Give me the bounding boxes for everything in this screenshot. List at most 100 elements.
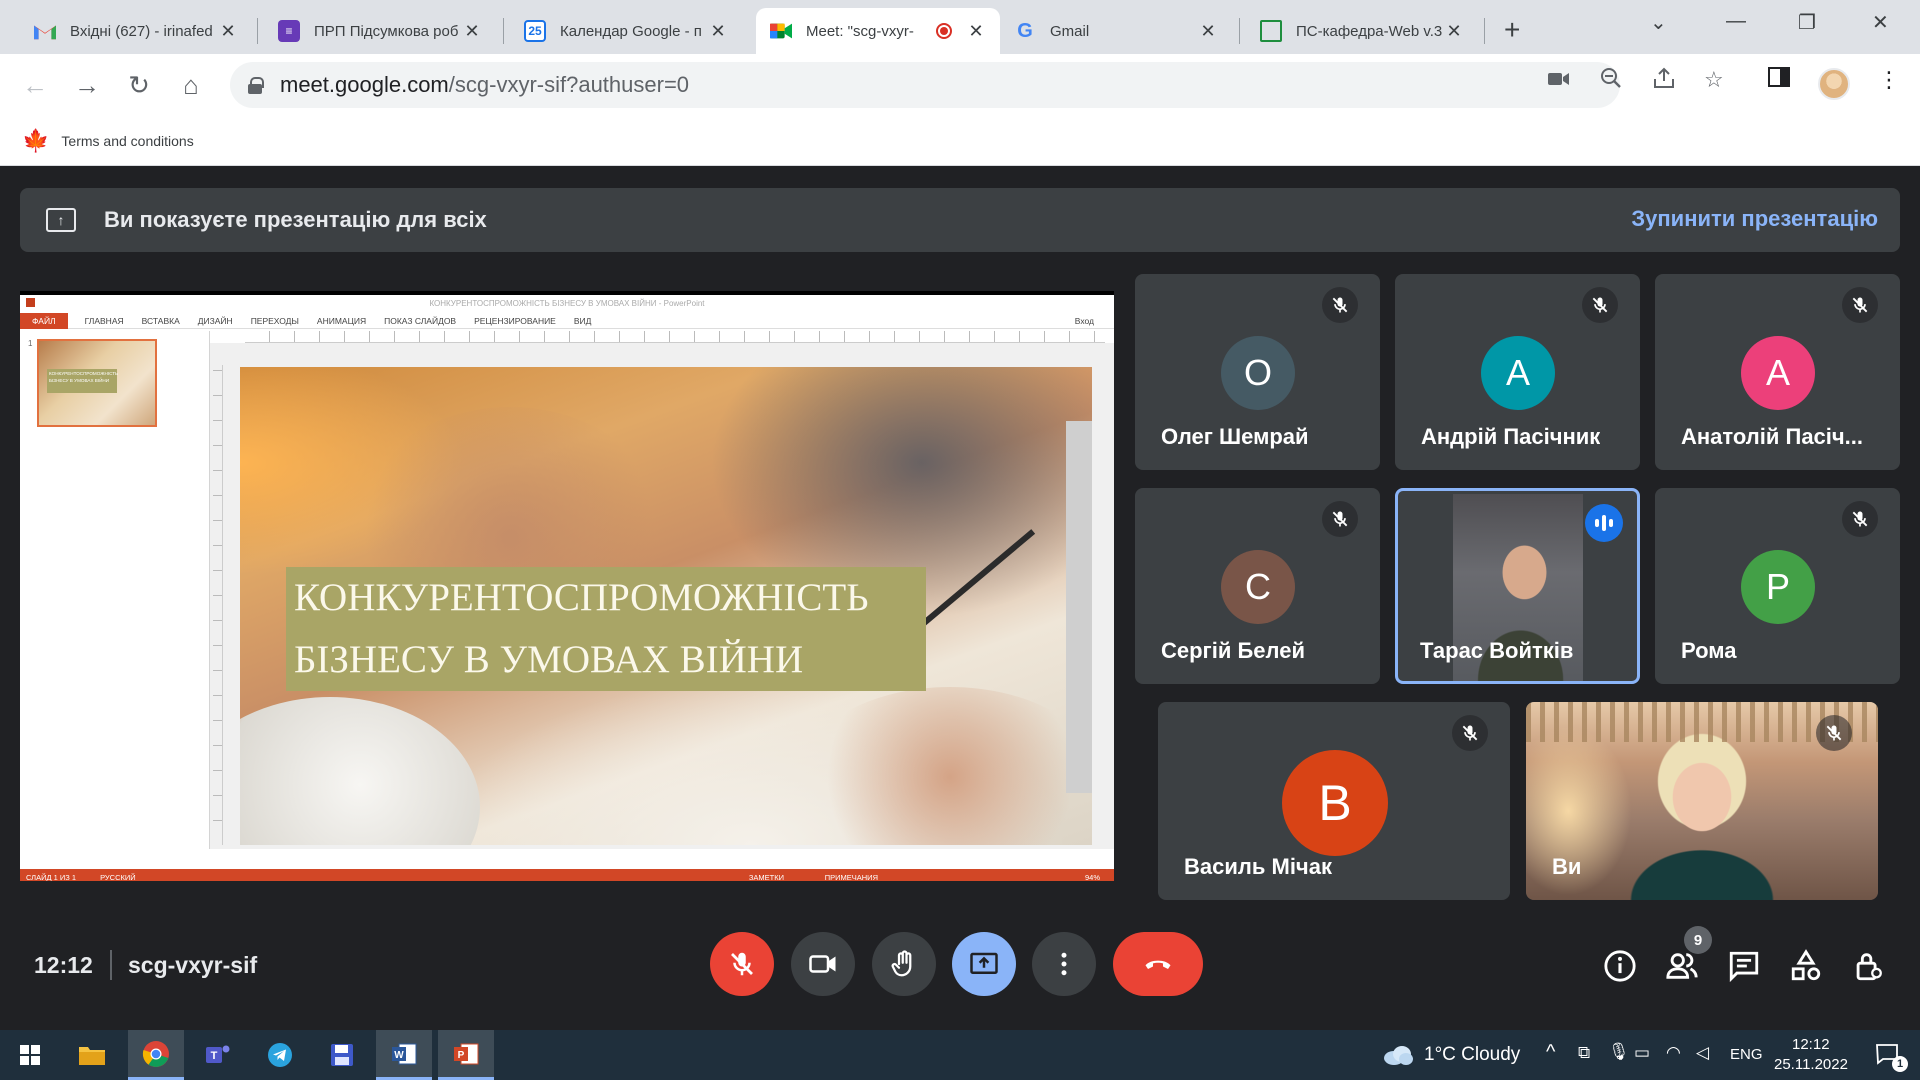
bookmark-terms[interactable]: Terms and conditions: [61, 133, 193, 149]
ppt-ribbon-tab: ПЕРЕХОДЫ: [250, 315, 299, 326]
clock-date[interactable]: 25.11.2022: [1774, 1056, 1848, 1073]
ppt-status-bar: СЛАЙД 1 ИЗ 1 РУССКИЙ ЗАМЕТКИ ПРИМЕЧАНИЯ …: [20, 869, 1114, 881]
share-icon[interactable]: [1652, 67, 1676, 95]
raise-hand-button[interactable]: [872, 932, 936, 996]
gmail-icon: [34, 20, 56, 42]
mic-off-icon: [1842, 287, 1878, 323]
tab-gmail[interactable]: G Gmail ✕: [1000, 8, 1232, 54]
camera-icon: [809, 955, 836, 973]
notification-center-button[interactable]: 1: [1862, 1030, 1914, 1080]
back-button[interactable]: ←: [18, 68, 52, 102]
chrome-icon: [142, 1040, 169, 1067]
chat-button[interactable]: [1724, 946, 1764, 986]
camera-in-use-icon[interactable]: [1548, 67, 1570, 93]
battery-icon[interactable]: ▭: [1634, 1043, 1650, 1063]
present-screen-button[interactable]: [952, 932, 1016, 996]
teams-icon: T: [206, 1045, 230, 1063]
close-icon[interactable]: ✕: [462, 21, 482, 42]
shared-screen-powerpoint: КОНКУРЕНТОСПРОМОЖНІСТЬ БІЗНЕСУ В УМОВАХ …: [20, 291, 1114, 881]
participant-name: Олег Шемрай: [1161, 424, 1309, 449]
divider: [110, 950, 112, 980]
volume-icon[interactable]: ◁: [1696, 1043, 1709, 1063]
menu-dots-icon[interactable]: ⋮: [1878, 67, 1900, 93]
profile-avatar[interactable]: [1818, 68, 1850, 100]
participant-tile-active-speaker[interactable]: Тарас Войтків: [1395, 488, 1640, 684]
ppt-logo-icon: [26, 298, 35, 307]
close-icon[interactable]: ✕: [218, 21, 238, 42]
host-controls-button[interactable]: [1848, 946, 1888, 986]
participant-tile[interactable]: С Сергій Белей: [1135, 488, 1380, 684]
presenting-banner: ↑ Ви показуєте презентацію для всіх Зупи…: [20, 188, 1900, 252]
lock-icon[interactable]: [248, 77, 264, 94]
hang-up-icon: [1145, 960, 1171, 969]
microphone-tray-icon[interactable]: 🎙: [1608, 1042, 1630, 1062]
avatar: В: [1282, 750, 1388, 856]
stop-presenting-button[interactable]: Зупинити презентацію: [1631, 206, 1878, 232]
tab-sites[interactable]: ПС-кафедра-Web v.3 ✕: [1246, 8, 1478, 54]
start-button[interactable]: [2, 1030, 58, 1080]
weather-cloud-icon[interactable]: [1378, 1030, 1418, 1080]
tab-meet[interactable]: Meet: "scg-vxyr- ✕: [756, 8, 1000, 54]
camera-toggle-button[interactable]: [791, 932, 855, 996]
clock-time[interactable]: 12:12: [1792, 1036, 1830, 1053]
close-window-button[interactable]: ✕: [1872, 10, 1889, 35]
new-tab-button[interactable]: +: [1504, 14, 1520, 46]
show-hidden-icons-icon[interactable]: ^: [1546, 1041, 1555, 1064]
leave-call-button[interactable]: [1113, 932, 1203, 996]
mic-off-icon: [731, 952, 753, 976]
input-language[interactable]: ENG: [1730, 1046, 1763, 1063]
participant-tile[interactable]: А Андрій Пасічник: [1395, 274, 1640, 470]
taskbar-teams[interactable]: T: [190, 1030, 246, 1080]
home-button[interactable]: ⌂: [174, 68, 208, 102]
self-view-tile[interactable]: Ви: [1526, 702, 1878, 900]
address-bar[interactable]: meet.google.com/scg-vxyr-sif?authuser=0: [230, 62, 1620, 108]
tab-gmail-inbox[interactable]: Вхідні (627) - irinafed ✕: [20, 8, 252, 54]
meeting-time: 12:12: [34, 952, 93, 978]
taskbar-save-app[interactable]: [314, 1030, 370, 1080]
meeting-details-button[interactable]: [1600, 946, 1640, 986]
ppt-ribbon-tab: ДИЗАЙН: [197, 315, 233, 326]
minimize-button[interactable]: —: [1726, 10, 1746, 33]
tray-app-icon[interactable]: ⧉: [1578, 1043, 1590, 1063]
side-panel-icon[interactable]: [1768, 67, 1790, 93]
taskbar-powerpoint[interactable]: P: [438, 1030, 494, 1080]
tab-title: ПС-кафедра-Web v.3: [1296, 22, 1443, 40]
taskbar-chrome[interactable]: [128, 1030, 184, 1080]
tab-search-icon[interactable]: ⌄: [1650, 10, 1667, 35]
participant-tile[interactable]: А Анатолій Пасіч...: [1655, 274, 1900, 470]
weather-text[interactable]: 1°C Cloudy: [1424, 1044, 1520, 1066]
forward-button[interactable]: →: [70, 68, 104, 102]
mic-toggle-button[interactable]: [710, 932, 774, 996]
tab-separator: [1484, 18, 1485, 44]
tab-title: Вхідні (627) - irinafed: [70, 22, 213, 40]
browser-tab-bar: Вхідні (627) - irinafed ✕ ≡ ПРП Підсумко…: [0, 0, 1920, 54]
activities-button[interactable]: [1786, 946, 1826, 986]
close-icon[interactable]: ✕: [1198, 21, 1218, 42]
taskbar-telegram[interactable]: [252, 1030, 308, 1080]
participant-tile[interactable]: Р Рома: [1655, 488, 1900, 684]
tab-forms[interactable]: ≡ ПРП Підсумкова роб ✕: [264, 8, 496, 54]
taskbar-word[interactable]: W: [376, 1030, 432, 1080]
participant-tile[interactable]: О Олег Шемрай: [1135, 274, 1380, 470]
mic-off-icon: [1582, 287, 1618, 323]
tab-title: Gmail: [1050, 22, 1090, 40]
zoom-icon[interactable]: [1600, 67, 1622, 95]
close-icon[interactable]: ✕: [708, 21, 728, 42]
powerpoint-icon: P: [454, 1043, 479, 1064]
ppt-horizontal-ruler: [245, 331, 1105, 343]
present-screen-icon: [970, 952, 998, 974]
maximize-button[interactable]: ❐: [1798, 10, 1816, 35]
bookmark-star-icon[interactable]: ☆: [1704, 67, 1724, 93]
wifi-icon[interactable]: ◠: [1666, 1043, 1681, 1063]
maple-leaf-icon: 🍁: [22, 127, 50, 153]
close-icon[interactable]: ✕: [1444, 21, 1464, 42]
taskbar-explorer[interactable]: [64, 1030, 120, 1080]
avatar: А: [1481, 336, 1555, 410]
participant-name: Сергій Белей: [1161, 638, 1305, 663]
svg-text:W: W: [394, 1050, 404, 1061]
participant-tile[interactable]: В Василь Мічак: [1158, 702, 1510, 900]
close-icon[interactable]: ✕: [966, 21, 986, 42]
tab-calendar[interactable]: 25 Календар Google - п ✕: [510, 8, 742, 54]
reload-button[interactable]: ↻: [122, 68, 156, 102]
more-options-button[interactable]: [1032, 932, 1096, 996]
